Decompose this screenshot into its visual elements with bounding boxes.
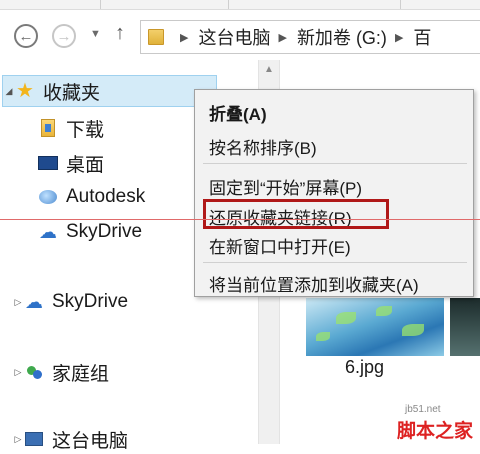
recent-locations-dropdown[interactable]: ▼ <box>90 28 101 40</box>
homegroup-icon <box>24 362 44 382</box>
menu-item-restore-favorite-links[interactable]: 还原收藏夹链接(R) <box>209 204 352 229</box>
autodesk-icon <box>38 187 58 207</box>
menu-item-pin-to-start[interactable]: 固定到“开始”屏幕(P) <box>209 174 362 199</box>
tree-item-label: 这台电脑 <box>52 430 129 452</box>
forward-button[interactable]: → <box>52 24 76 48</box>
watermark-brand: 脚本之家 <box>397 421 474 442</box>
menu-item-collapse[interactable]: 折叠(A) <box>209 100 267 125</box>
window-top-strip <box>0 0 480 10</box>
leaf-shape <box>336 312 356 324</box>
up-arrow-icon: ↑ <box>115 22 125 44</box>
tree-item-label: 桌面 <box>66 154 105 176</box>
context-menu: 折叠(A) 按名称排序(B) 固定到“开始”屏幕(P) 还原收藏夹链接(R) 在… <box>194 89 474 297</box>
column-divider <box>100 0 101 9</box>
tree-item-favorites[interactable]: ◢ ★ 收藏夹 <box>2 75 217 107</box>
tree-item-desktop[interactable]: 桌面 <box>38 148 104 178</box>
menu-separator <box>203 163 467 164</box>
tree-item-skydrive-favorite[interactable]: ☁ SkyDrive <box>38 217 142 247</box>
leaf-shape <box>376 306 392 316</box>
breadcrumb-this-pc[interactable]: 这台电脑 <box>198 24 270 50</box>
expand-arrow-icon[interactable]: ▷ <box>12 297 24 308</box>
watermark-site: jb51.net <box>405 404 441 415</box>
menu-item-add-to-favorites[interactable]: 将当前位置添加到收藏夹(A) <box>209 271 419 296</box>
star-icon: ★ <box>16 80 34 102</box>
breadcrumb-volume-g[interactable]: 新加卷 (G:) <box>297 24 387 50</box>
navigation-bar: ← → ▼ ↑ ▶ 这台电脑 ▶ 新加卷 (G:) ▶ 百 <box>0 10 480 60</box>
chevron-right-icon[interactable]: ▶ <box>180 31 188 44</box>
cloud-icon: ☁ <box>39 222 57 242</box>
leaf-shape <box>316 332 330 341</box>
tree-item-homegroup[interactable]: ▷ 家庭组 <box>12 357 109 387</box>
chevron-right-icon[interactable]: ▶ <box>278 31 286 44</box>
tree-item-label: 收藏夹 <box>43 82 101 104</box>
up-button[interactable]: ↑ <box>115 22 125 45</box>
file-thumbnail[interactable] <box>450 298 480 356</box>
address-bar[interactable]: ▶ 这台电脑 ▶ 新加卷 (G:) ▶ 百 <box>140 20 480 54</box>
forward-arrow-icon: → <box>56 27 72 45</box>
cloud-icon: ☁ <box>25 292 43 312</box>
column-divider <box>400 0 401 9</box>
back-arrow-icon: ← <box>18 27 34 45</box>
scroll-up-arrow-icon[interactable]: ▲ <box>264 64 274 75</box>
tree-item-this-pc[interactable]: ▷ 这台电脑 <box>12 424 128 454</box>
tree-item-downloads[interactable]: 下载 <box>38 113 104 143</box>
menu-item-sort-by-name[interactable]: 按名称排序(B) <box>209 134 317 159</box>
computer-icon <box>24 429 44 449</box>
file-name-label[interactable]: 6.jpg <box>345 357 384 378</box>
tree-item-label: 下载 <box>66 119 105 141</box>
back-button[interactable]: ← <box>14 24 38 48</box>
leaf-shape <box>402 324 424 336</box>
folder-icon <box>148 29 164 45</box>
tree-item-skydrive[interactable]: ▷ ☁ SkyDrive <box>12 287 128 317</box>
tree-item-autodesk[interactable]: Autodesk <box>38 182 145 212</box>
collapse-arrow-icon[interactable]: ◢ <box>3 86 15 97</box>
chevron-down-icon: ▼ <box>90 28 101 40</box>
desktop-icon <box>38 153 58 173</box>
expand-arrow-icon[interactable]: ▷ <box>12 367 24 378</box>
tree-item-label: SkyDrive <box>66 221 143 242</box>
tree-item-label: 家庭组 <box>52 363 110 385</box>
downloads-folder-icon <box>38 118 58 138</box>
expand-arrow-icon[interactable]: ▷ <box>12 434 24 445</box>
tree-item-label: SkyDrive <box>52 291 129 312</box>
tree-item-label: Autodesk <box>66 186 146 207</box>
breadcrumb-folder[interactable]: 百 <box>413 24 431 50</box>
column-divider <box>228 0 229 9</box>
chevron-right-icon[interactable]: ▶ <box>395 31 403 44</box>
menu-separator <box>203 262 467 263</box>
menu-item-open-in-new-window[interactable]: 在新窗口中打开(E) <box>209 233 351 258</box>
annotation-guide-line <box>0 219 480 220</box>
file-thumbnail[interactable] <box>306 298 444 356</box>
